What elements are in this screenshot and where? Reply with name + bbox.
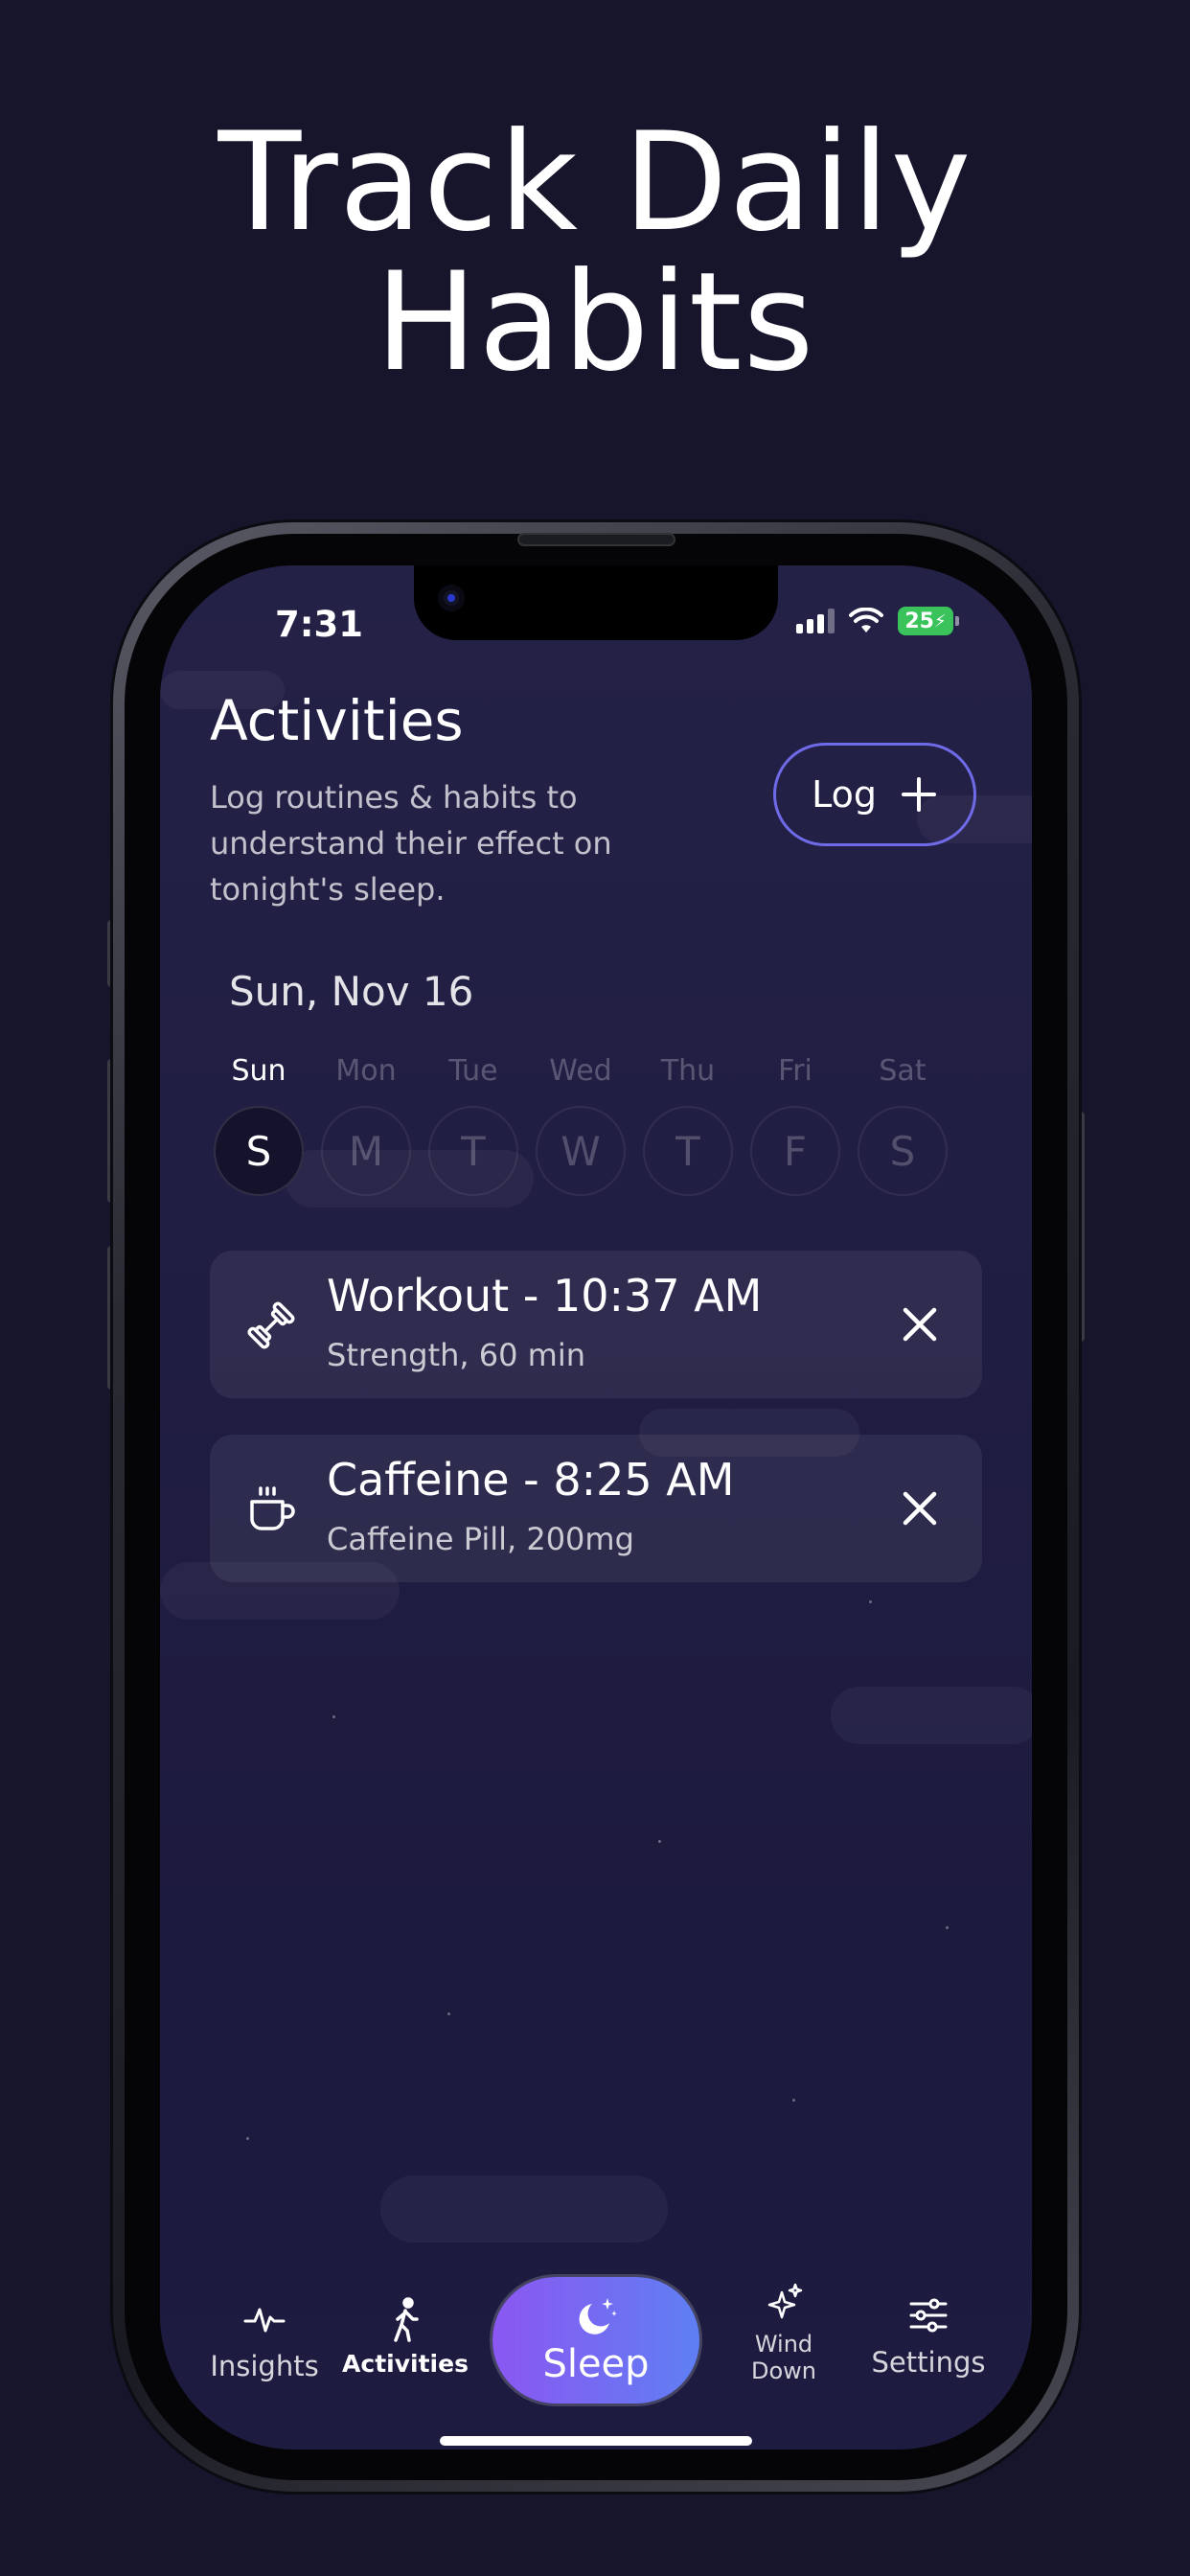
week-selector: Sun S Mon M Tue T Wed W Thu T Fri F Sat … <box>214 1054 948 1196</box>
sparkles-icon <box>767 2283 803 2319</box>
day-circle: T <box>428 1106 518 1196</box>
star-decoration <box>946 1926 949 1929</box>
day-tue[interactable]: Tue T <box>428 1054 518 1196</box>
delete-entry-icon[interactable] <box>898 1302 942 1346</box>
front-camera <box>438 585 465 611</box>
star-decoration <box>869 1600 872 1603</box>
star-decoration <box>792 2099 795 2102</box>
marketing-headline: Track Daily Habits <box>0 113 1190 393</box>
tab-sleep[interactable]: Sleep <box>492 2277 699 2404</box>
star-decoration <box>658 1840 661 1843</box>
tab-wind-down[interactable]: Wind Down <box>731 2281 836 2384</box>
cloud-decoration <box>831 1687 1032 1744</box>
cloud-decoration <box>380 2175 668 2242</box>
tab-label-line: Wind <box>754 2331 813 2358</box>
wifi-icon <box>849 608 883 632</box>
day-circle: W <box>536 1106 626 1196</box>
day-mon[interactable]: Mon M <box>321 1054 411 1196</box>
tab-label: Sleep <box>542 2342 650 2386</box>
log-button-label: Log <box>812 773 877 816</box>
tab-label: Settings <box>871 2346 986 2379</box>
headline-line-2: Habits <box>375 243 815 402</box>
day-name: Mon <box>335 1054 397 1088</box>
tab-label: Activities <box>342 2350 469 2378</box>
battery-icon: 25 ⚡ <box>898 607 959 635</box>
day-name: Sun <box>231 1054 286 1088</box>
activity-detail: Strength, 60 min <box>327 1337 585 1373</box>
activity-card-workout[interactable]: Workout - 10:37 AM Strength, 60 min <box>210 1251 982 1398</box>
day-fri[interactable]: Fri F <box>750 1054 840 1196</box>
tab-activities[interactable]: Activities <box>342 2296 469 2378</box>
day-name: Thu <box>660 1054 716 1088</box>
moon-stars-icon <box>579 2298 617 2334</box>
star-decoration <box>246 2137 249 2140</box>
day-circle: F <box>750 1106 840 1196</box>
plus-icon <box>901 777 936 812</box>
tab-insights[interactable]: Insights <box>210 2296 319 2382</box>
status-time: 7:31 <box>275 604 364 645</box>
notch <box>414 565 778 640</box>
day-sun[interactable]: Sun S <box>214 1054 304 1196</box>
home-indicator[interactable] <box>440 2436 752 2446</box>
day-circle: T <box>643 1106 733 1196</box>
log-button[interactable]: Log <box>773 743 976 846</box>
cellular-signal-icon <box>796 609 835 633</box>
day-circle: S <box>858 1106 948 1196</box>
activity-title: Workout - 10:37 AM <box>327 1270 763 1322</box>
day-circle: S <box>214 1106 304 1196</box>
tab-bar: Insights Activities Sleep Wind Down Sett… <box>160 2277 1032 2411</box>
coffee-cup-icon <box>250 1486 295 1530</box>
sliders-icon <box>909 2298 948 2333</box>
earpiece-speaker <box>517 533 675 546</box>
day-name: Tue <box>448 1054 498 1088</box>
tab-label-line: Down <box>750 2358 816 2384</box>
phone-screen: 7:31 25 ⚡ Activities Log routines & habit… <box>160 565 1032 2450</box>
day-thu[interactable]: Thu T <box>643 1054 733 1196</box>
day-name: Sat <box>879 1054 927 1088</box>
day-circle: M <box>321 1106 411 1196</box>
activity-title: Caffeine - 8:25 AM <box>327 1454 735 1506</box>
headline-line-1: Track Daily <box>217 104 973 262</box>
delete-entry-icon[interactable] <box>898 1486 942 1530</box>
tab-label: Insights <box>210 2350 319 2382</box>
status-indicators: 25 ⚡ <box>796 607 959 635</box>
activity-card-caffeine[interactable]: Caffeine - 8:25 AM Caffeine Pill, 200mg <box>210 1435 982 1582</box>
star-decoration <box>332 1715 335 1718</box>
activity-detail: Caffeine Pill, 200mg <box>327 1521 634 1557</box>
page-title: Activities <box>210 688 464 753</box>
page-subtitle: Log routines & habits to understand thei… <box>210 779 612 908</box>
dumbbell-icon <box>247 1301 295 1349</box>
day-sat[interactable]: Sat S <box>858 1054 948 1196</box>
walking-person-icon <box>394 2297 419 2342</box>
day-wed[interactable]: Wed W <box>536 1054 626 1196</box>
tab-label: Wind Down <box>751 2331 816 2384</box>
battery-level: 25 <box>904 609 934 633</box>
selected-date: Sun, Nov 16 <box>229 968 474 1015</box>
heartbeat-icon <box>243 2308 286 2333</box>
tab-settings[interactable]: Settings <box>869 2292 988 2379</box>
star-decoration <box>447 2012 450 2015</box>
day-name: Wed <box>549 1054 612 1088</box>
day-name: Fri <box>778 1054 812 1088</box>
